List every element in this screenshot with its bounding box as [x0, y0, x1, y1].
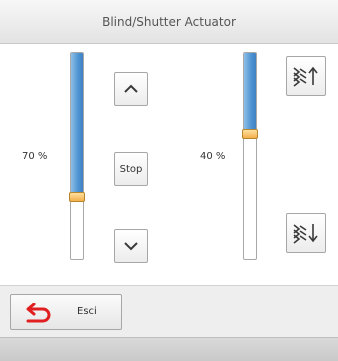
chevron-up-icon [124, 84, 138, 93]
right-slats-slider[interactable] [243, 52, 257, 260]
slats-up-button[interactable] [286, 56, 326, 96]
slats-down-button[interactable] [286, 213, 326, 253]
return-arrow-icon [26, 303, 51, 323]
stop-button[interactable]: Stop [114, 152, 148, 186]
slats-up-icon [293, 66, 318, 87]
slats-down-icon [293, 224, 318, 244]
chevron-down-icon [124, 242, 138, 251]
move-down-button[interactable] [114, 229, 148, 263]
left-slider-thumb[interactable] [69, 192, 85, 202]
stop-button-label: Stop [119, 163, 143, 175]
left-position-label: 70 % [22, 151, 48, 162]
left-position-slider[interactable] [70, 52, 84, 260]
right-position-label: 40 % [200, 151, 226, 162]
move-up-button[interactable] [114, 72, 148, 106]
title-bar: Blind/Shutter Actuator [0, 0, 338, 44]
actuator-panel: 70 % Stop 40 % [0, 44, 338, 285]
right-slider-thumb[interactable] [242, 129, 258, 139]
exit-button[interactable]: Esci [10, 294, 122, 330]
status-bar [0, 337, 338, 361]
blind-shutter-actuator-window: Blind/Shutter Actuator 70 % Stop 40 % Es… [0, 0, 338, 361]
footer-bar: Esci [0, 285, 338, 337]
right-slider-fill [244, 53, 256, 136]
window-title: Blind/Shutter Actuator [102, 15, 236, 29]
left-slider-fill [71, 53, 83, 199]
exit-button-label: Esci [77, 306, 97, 317]
